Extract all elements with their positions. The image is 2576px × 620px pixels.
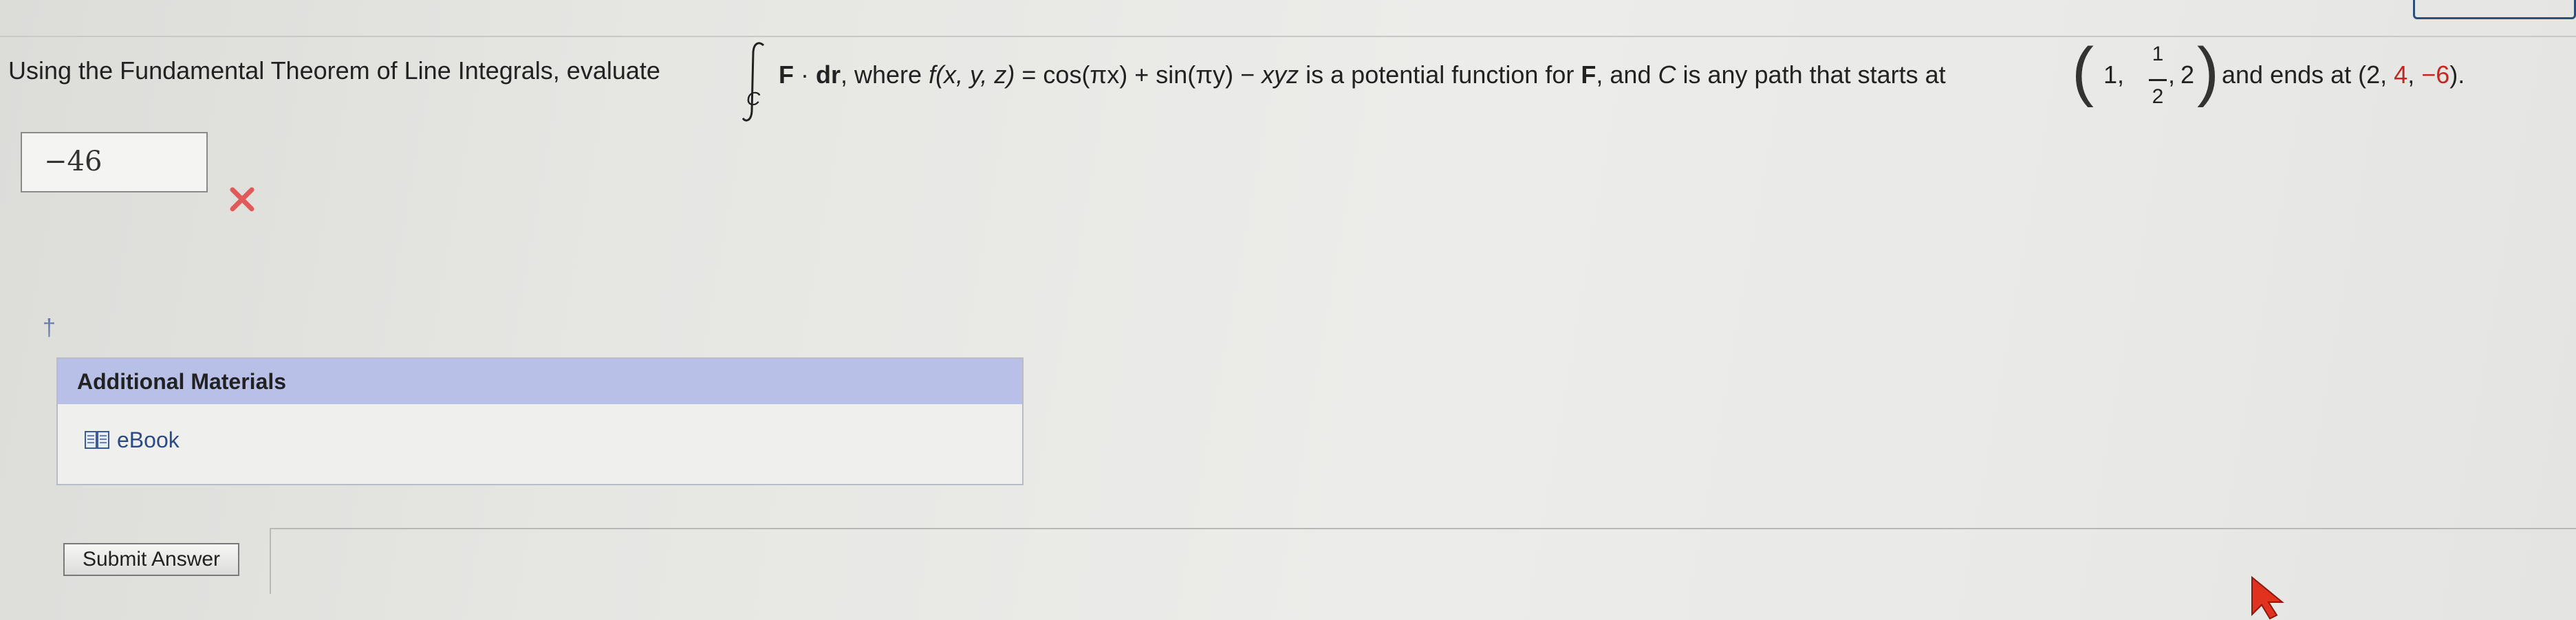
question-body: F · dr, where f(x, y, z) = cos(πx) + sin… (779, 60, 1946, 89)
integral-subscript: C (746, 88, 761, 109)
submit-area-divider (270, 528, 2576, 529)
additional-materials-panel: Additional Materials eBook (56, 357, 1024, 485)
answer-input[interactable]: −46 (21, 132, 208, 192)
submit-area-divider-vertical (270, 528, 271, 594)
path-C: C (1658, 60, 1676, 89)
end-sep: , (2407, 60, 2422, 89)
top-divider (0, 36, 2576, 37)
end-z: −6 (2421, 60, 2450, 89)
path-text: is any path that starts at (1676, 60, 1946, 89)
end-point: and ends at (2, 4, −6). (2222, 60, 2465, 89)
and-text: , and (1596, 60, 1658, 89)
end-close: ). (2449, 60, 2465, 89)
question-intro: Using the Fundamental Theorem of Line In… (8, 56, 660, 85)
cursor-icon (2251, 576, 2284, 620)
ebook-link-row[interactable]: eBook (84, 426, 180, 454)
integral-sign-icon (742, 42, 765, 122)
start-z: 2 (2180, 60, 2195, 89)
start-x: 1, (2103, 60, 2125, 89)
where-text: , where (841, 60, 929, 89)
potential-text: is a potential function for (1299, 60, 1581, 89)
vector-field-F: F (779, 60, 794, 89)
xyz-term: xyz (1262, 60, 1299, 89)
vector-field-F-2: F (1581, 60, 1597, 89)
start-y-comma: , (2168, 60, 2176, 89)
function-expression: = cos(πx) + sin(πy) − (1015, 60, 1262, 89)
ebook-link[interactable]: eBook (117, 428, 180, 453)
fraction-numerator: 1 (2152, 43, 2164, 65)
x-mark-icon (230, 187, 255, 212)
dr-term: dr (816, 60, 841, 89)
dagger-mark: † (43, 315, 56, 341)
submit-answer-button[interactable]: Submit Answer (63, 543, 239, 576)
start-y-fraction: 1 2 (2147, 43, 2168, 118)
fraction-bar (2149, 79, 2167, 81)
question-text: Using the Fundamental Theorem of Line In… (8, 34, 2553, 124)
fraction-denominator: 2 (2152, 85, 2164, 108)
dot-operator: · (794, 60, 816, 89)
materials-header: Additional Materials (58, 359, 1022, 404)
top-right-box (2413, 0, 2576, 19)
ends-text: and ends at (2, (2222, 60, 2394, 89)
open-paren: ( (2072, 34, 2094, 108)
close-paren: ) (2197, 34, 2219, 108)
end-y: 4 (2394, 60, 2408, 89)
book-icon (85, 431, 109, 449)
function-f: f(x, y, z) (929, 60, 1015, 89)
